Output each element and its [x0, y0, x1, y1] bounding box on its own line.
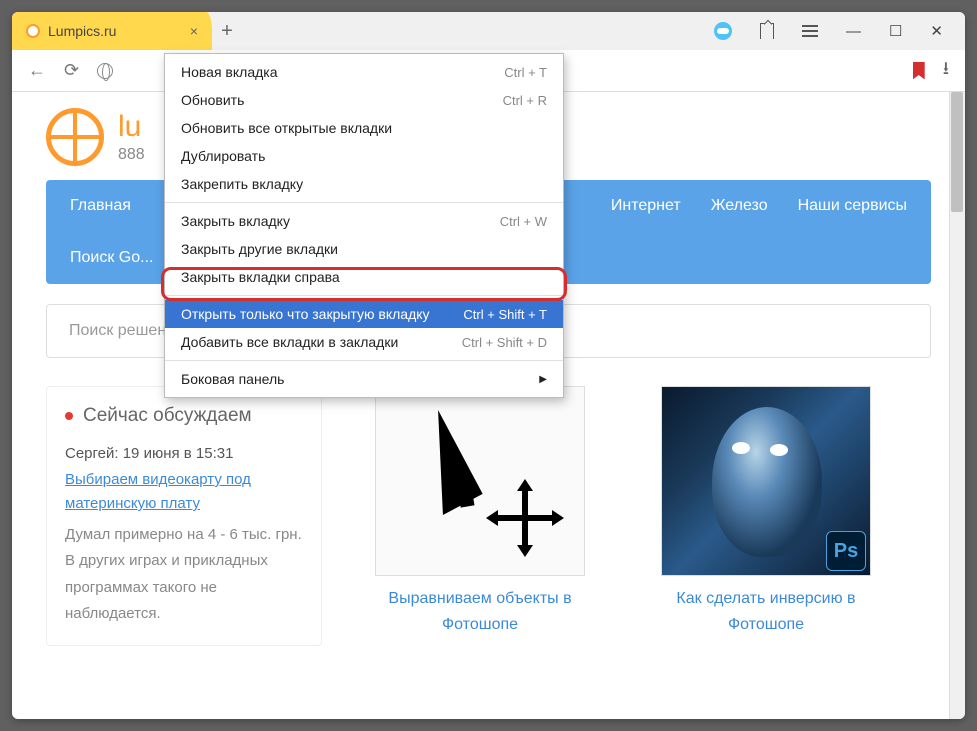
tab-label: Lumpics.ru	[48, 23, 178, 39]
browser-window: Lumpics.ru × + — ☐ ✕ ← ⟳ ⭳ lu	[12, 12, 965, 719]
bookmark-page-icon[interactable]	[913, 62, 925, 80]
close-tab-icon[interactable]: ×	[186, 23, 202, 39]
card-thumb-2: Ps	[661, 386, 871, 576]
downloads-icon[interactable]: ⭳	[943, 56, 949, 86]
site-logo-icon[interactable]	[46, 108, 104, 166]
tab-active[interactable]: Lumpics.ru ×	[12, 12, 212, 50]
photoshop-badge-icon: Ps	[826, 531, 866, 571]
article-card-1[interactable]: Выравниваем объекты в Фотошопе	[352, 386, 608, 646]
comment-body: Думал примерно на 4 - 6 тыс. грн. В друг…	[65, 522, 303, 627]
new-tab-button[interactable]: +	[212, 12, 242, 50]
article-card-2[interactable]: Ps Как сделать инверсию в Фотошопе	[638, 386, 894, 646]
site-phone: 888	[118, 146, 145, 164]
ctx-close-others[interactable]: Закрыть другие вкладки	[165, 235, 563, 263]
nav-services[interactable]: Наши сервисы	[798, 197, 907, 215]
tab-bar: Lumpics.ru × + — ☐ ✕	[12, 12, 965, 50]
discussion-title: Сейчас обсуждаем	[83, 405, 252, 427]
ctx-bookmark-all[interactable]: Добавить все вкладки в закладкиCtrl + Sh…	[165, 328, 563, 356]
ctx-separator	[165, 202, 563, 203]
chevron-right-icon: ▶	[539, 374, 547, 385]
ctx-close-tab[interactable]: Закрыть вкладкуCtrl + W	[165, 207, 563, 235]
maximize-button[interactable]: ☐	[889, 22, 902, 40]
ctx-separator	[165, 295, 563, 296]
yandex-weather-icon[interactable]	[714, 22, 732, 40]
comment-meta: Сергей: 19 июня в 15:31	[65, 445, 303, 462]
favicon-icon	[26, 24, 40, 38]
ctx-close-right[interactable]: Закрыть вкладки справа	[165, 263, 563, 291]
nav-internet[interactable]: Интернет	[611, 197, 681, 215]
scrollbar-thumb[interactable]	[951, 92, 963, 212]
ctx-separator	[165, 360, 563, 361]
ctx-reload-all[interactable]: Обновить все открытые вкладки	[165, 114, 563, 142]
ctx-pin[interactable]: Закрепить вкладку	[165, 170, 563, 198]
site-info-icon[interactable]	[97, 63, 113, 79]
scrollbar[interactable]	[949, 92, 965, 719]
nav-search[interactable]: Поиск Go...	[70, 249, 153, 267]
card-title-2[interactable]: Как сделать инверсию в Фотошопе	[638, 586, 894, 637]
minimize-button[interactable]: —	[846, 23, 861, 40]
ctx-reopen-closed[interactable]: Открыть только что закрытую вкладкуCtrl …	[165, 300, 563, 328]
ctx-duplicate[interactable]: Дублировать	[165, 142, 563, 170]
close-window-button[interactable]: ✕	[930, 22, 943, 40]
bookmarks-icon[interactable]	[760, 23, 774, 39]
live-dot-icon	[65, 412, 73, 420]
window-controls: — ☐ ✕	[714, 12, 965, 50]
nav-home[interactable]: Главная	[70, 197, 131, 215]
comment-link[interactable]: Выбираем видеокарту под материнскую плат…	[65, 468, 303, 516]
menu-icon[interactable]	[802, 25, 818, 37]
nav-hardware[interactable]: Железо	[711, 197, 768, 215]
tab-context-menu: Новая вкладкаCtrl + T ОбновитьCtrl + R О…	[164, 53, 564, 398]
ctx-new-tab[interactable]: Новая вкладкаCtrl + T	[165, 58, 563, 86]
card-title-1[interactable]: Выравниваем объекты в Фотошопе	[352, 586, 608, 637]
ctx-reload[interactable]: ОбновитьCtrl + R	[165, 86, 563, 114]
ctx-sidebar[interactable]: Боковая панель▶	[165, 365, 563, 393]
discussion-box: Сейчас обсуждаем Сергей: 19 июня в 15:31…	[46, 386, 322, 646]
reload-button[interactable]: ⟳	[64, 60, 79, 81]
back-button[interactable]: ←	[28, 60, 46, 81]
card-thumb-1	[375, 386, 585, 576]
site-title[interactable]: lu	[118, 110, 145, 144]
